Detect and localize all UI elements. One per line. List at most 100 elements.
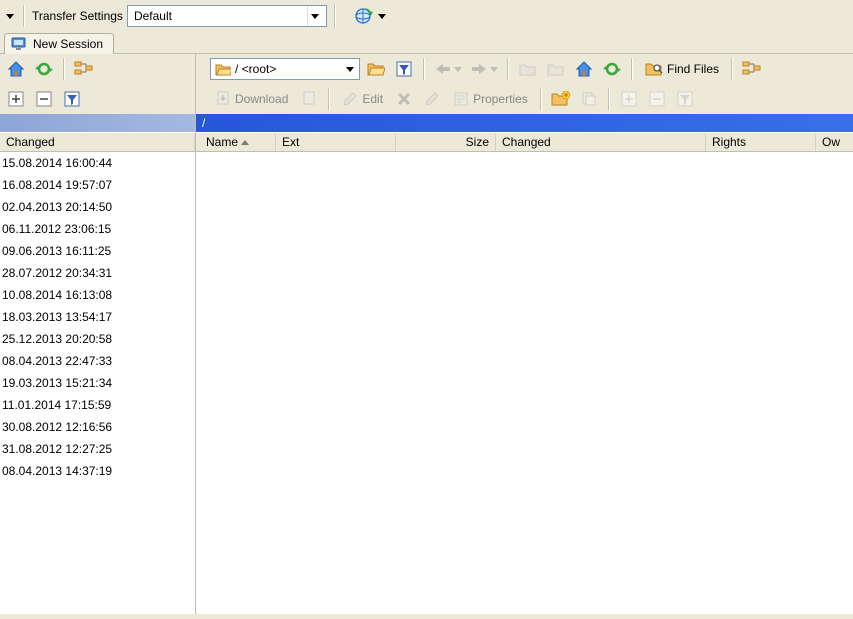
list-item[interactable]: 16.08.2014 19:57:07 bbox=[0, 174, 195, 196]
transfer-settings-label: Transfer Settings bbox=[32, 9, 123, 23]
col-changed-remote[interactable]: Changed bbox=[496, 133, 706, 151]
remote-pane: / <root> bbox=[195, 54, 853, 614]
back-button[interactable] bbox=[432, 57, 464, 81]
remote-column-headers: Name Ext Size Changed Rights Ow bbox=[196, 132, 853, 152]
list-item[interactable]: 10.08.2014 16:13:08 bbox=[0, 284, 195, 306]
list-item[interactable]: 30.08.2012 12:16:56 bbox=[0, 416, 195, 438]
col-size[interactable]: Size bbox=[396, 133, 496, 151]
list-item[interactable]: 31.08.2012 12:27:25 bbox=[0, 438, 195, 460]
col-owner-label: Ow bbox=[822, 135, 840, 149]
remote-home-button[interactable] bbox=[572, 57, 596, 81]
home-icon bbox=[7, 60, 25, 78]
transfer-settings-select[interactable]: Default bbox=[127, 5, 327, 27]
download-menu-button bbox=[297, 87, 321, 111]
remote-path-text: / bbox=[202, 116, 205, 130]
local-pane: Changed 15.08.2014 16:00:4416.08.2014 19… bbox=[0, 54, 195, 614]
local-file-list[interactable]: 15.08.2014 16:00:4416.08.2014 19:57:0702… bbox=[0, 152, 195, 614]
download-button: Download bbox=[210, 87, 293, 111]
sync-browse-button[interactable] bbox=[72, 57, 96, 81]
root-dir-button[interactable] bbox=[544, 57, 568, 81]
open-folder-button[interactable] bbox=[364, 57, 388, 81]
remote-nav-toolbar: / <root> bbox=[196, 54, 853, 84]
minus-box-icon bbox=[36, 91, 52, 107]
menu-dropdown[interactable] bbox=[4, 4, 16, 28]
refresh-icon bbox=[603, 60, 621, 78]
col-name[interactable]: Name bbox=[196, 133, 276, 151]
remote-filter2-button bbox=[673, 87, 697, 111]
new-session-label: New Session bbox=[33, 37, 103, 51]
find-files-button[interactable]: Find Files bbox=[640, 57, 724, 81]
col-name-label: Name bbox=[206, 135, 238, 149]
separator bbox=[631, 58, 633, 80]
list-item[interactable]: 11.01.2014 17:15:59 bbox=[0, 394, 195, 416]
list-item[interactable]: 08.04.2013 22:47:33 bbox=[0, 350, 195, 372]
remote-file-list[interactable] bbox=[196, 152, 853, 614]
local-column-headers: Changed bbox=[0, 132, 195, 152]
local-path-bar bbox=[0, 114, 195, 132]
remote-select-plus-button bbox=[617, 87, 641, 111]
select-plus-button[interactable] bbox=[4, 87, 28, 111]
remote-sync-browse-button[interactable] bbox=[740, 57, 764, 81]
parent-dir-button[interactable] bbox=[516, 57, 540, 81]
x-icon bbox=[396, 91, 412, 107]
folder-up-icon bbox=[519, 61, 537, 77]
col-changed[interactable]: Changed bbox=[0, 133, 195, 151]
remote-path-combo[interactable]: / <root> bbox=[210, 58, 360, 80]
separator bbox=[328, 88, 330, 110]
minus-box-icon bbox=[649, 91, 665, 107]
remote-path-bar: / bbox=[196, 114, 853, 132]
session-tabs: New Session bbox=[0, 32, 853, 54]
plus-box-icon bbox=[8, 91, 24, 107]
new-folder-button[interactable] bbox=[549, 87, 573, 111]
select-minus-button[interactable] bbox=[32, 87, 56, 111]
remote-path-value: / <root> bbox=[235, 62, 339, 76]
separator bbox=[334, 5, 336, 27]
list-item[interactable]: 06.11.2012 23:06:15 bbox=[0, 218, 195, 240]
col-rights[interactable]: Rights bbox=[706, 133, 816, 151]
top-toolbar: Transfer Settings Default bbox=[0, 0, 853, 32]
new-session-tab[interactable]: New Session bbox=[4, 33, 114, 54]
arrow-left-icon bbox=[434, 62, 452, 76]
separator bbox=[540, 88, 542, 110]
filter-button[interactable] bbox=[60, 87, 84, 111]
find-files-icon bbox=[645, 61, 663, 77]
list-item[interactable]: 02.04.2013 20:14:50 bbox=[0, 196, 195, 218]
list-item[interactable]: 19.03.2013 15:21:34 bbox=[0, 372, 195, 394]
local-nav-toolbar bbox=[0, 54, 195, 84]
list-item[interactable]: 25.12.2013 20:20:58 bbox=[0, 328, 195, 350]
list-item[interactable]: 08.04.2013 14:37:19 bbox=[0, 460, 195, 482]
col-ext-label: Ext bbox=[282, 135, 299, 149]
separator bbox=[608, 88, 610, 110]
rename-icon bbox=[424, 91, 440, 107]
refresh-button[interactable] bbox=[32, 57, 56, 81]
download-alt-icon bbox=[301, 91, 317, 107]
tree-sync-icon bbox=[74, 60, 94, 78]
col-changed-remote-label: Changed bbox=[502, 135, 551, 149]
delete-button bbox=[392, 87, 416, 111]
list-item[interactable]: 09.06.2013 16:11:25 bbox=[0, 240, 195, 262]
separator bbox=[23, 5, 25, 27]
dual-pane: Changed 15.08.2014 16:00:4416.08.2014 19… bbox=[0, 54, 853, 614]
arrow-right-icon bbox=[470, 62, 488, 76]
remote-refresh-button[interactable] bbox=[600, 57, 624, 81]
copy-button bbox=[577, 87, 601, 111]
col-rights-label: Rights bbox=[712, 135, 746, 149]
separator bbox=[423, 58, 425, 80]
edit-label: Edit bbox=[362, 92, 383, 106]
reconnect-button[interactable] bbox=[353, 4, 387, 28]
col-ext[interactable]: Ext bbox=[276, 133, 396, 151]
pencil-icon bbox=[342, 91, 358, 107]
col-owner[interactable]: Ow bbox=[816, 133, 853, 151]
list-item[interactable]: 15.08.2014 16:00:44 bbox=[0, 152, 195, 174]
separator bbox=[731, 58, 733, 80]
list-item[interactable]: 28.07.2012 20:34:31 bbox=[0, 262, 195, 284]
filter-icon bbox=[677, 91, 693, 107]
col-size-label: Size bbox=[466, 135, 489, 149]
properties-button: Properties bbox=[448, 87, 533, 111]
list-item[interactable]: 18.03.2013 13:54:17 bbox=[0, 306, 195, 328]
forward-button[interactable] bbox=[468, 57, 500, 81]
remote-filter-button[interactable] bbox=[392, 57, 416, 81]
home-button[interactable] bbox=[4, 57, 28, 81]
properties-icon bbox=[453, 91, 469, 107]
separator bbox=[63, 58, 65, 80]
